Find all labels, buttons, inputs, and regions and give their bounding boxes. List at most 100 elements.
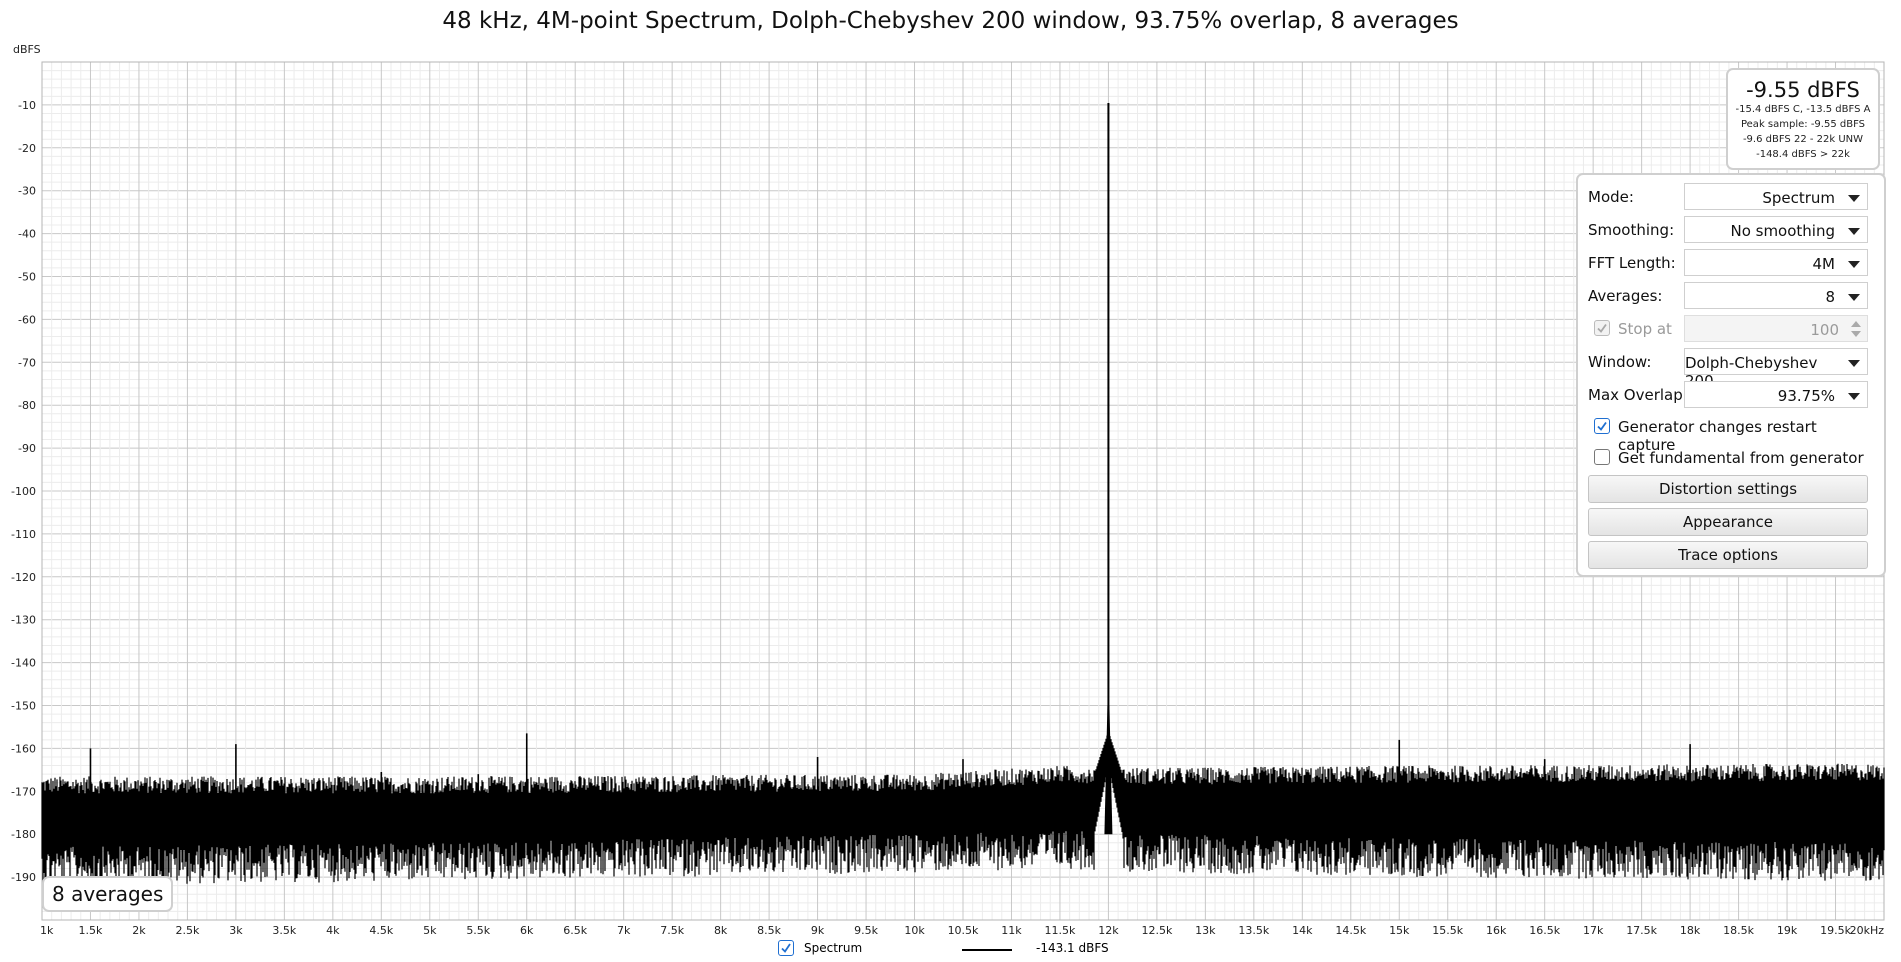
appearance-button[interactable]: Appearance <box>1588 508 1868 536</box>
x-tick-label: 16.5k <box>1529 924 1560 937</box>
fft-length-row: FFT Length: 4M <box>1588 249 1878 277</box>
fft-length-label: FFT Length: <box>1588 254 1676 272</box>
chevron-down-icon <box>1848 195 1860 202</box>
x-tick-label: 19k <box>1777 924 1798 937</box>
x-tick-label: 12.5k <box>1141 924 1172 937</box>
overlap-row: Max Overlap: 93.75% <box>1588 381 1878 409</box>
legend-series-name: Spectrum <box>804 941 863 955</box>
y-tick-label: -50 <box>18 271 36 284</box>
x-tick-label: 8.5k <box>757 924 781 937</box>
window-select[interactable]: Dolph-Chebyshev 200 <box>1684 348 1868 390</box>
x-tick-label: 9k <box>811 924 825 937</box>
x-tick-label: 3k <box>229 924 243 937</box>
stop-at-label: Stop at <box>1618 320 1672 338</box>
x-tick-label: 14.5k <box>1335 924 1366 937</box>
x-tick-label: 4k <box>326 924 340 937</box>
x-tick-labels: 1k 1.5k 2k 2.5k 3k 3.5k 4k 4.5k 5k 5.5k 6k 6.5k 7k 7.… <box>40 924 1884 937</box>
x-tick-label: 7.5k <box>660 924 684 937</box>
fundamental-checkbox[interactable] <box>1594 449 1610 465</box>
x-tick-label: 2k <box>132 924 146 937</box>
x-tick-label: 4.5k <box>369 924 393 937</box>
x-tick-label: 18.5k <box>1723 924 1754 937</box>
spin-up-icon[interactable] <box>1851 321 1861 327</box>
spin-down-icon[interactable] <box>1851 331 1861 337</box>
y-tick-label: -20 <box>18 142 36 155</box>
y-tick-label: -70 <box>18 356 36 369</box>
x-tick-label: 19.5k <box>1820 924 1851 937</box>
stop-at-row: Stop at 100 <box>1588 315 1878 343</box>
chevron-down-icon <box>1848 228 1860 235</box>
level-readout: -9.55 dBFS -15.4 dBFS C, -13.5 dBFS A Pe… <box>1726 68 1880 170</box>
readout-unweighted: -9.6 dBFS 22 - 22k UNW <box>1742 134 1864 145</box>
y-tick-label: -40 <box>18 228 36 241</box>
averages-row: Averages: 8 <box>1588 282 1878 310</box>
x-tick-label: 2.5k <box>175 924 199 937</box>
y-tick-label: -120 <box>11 571 36 584</box>
window-label: Window: <box>1588 353 1652 371</box>
x-tick-label: 10k <box>904 924 925 937</box>
y-tick-labels: -10 -20 -30 -40 -50 -60 -70 -80 -90 -100 -110 -120 -… <box>11 99 36 884</box>
trace-options-button[interactable]: Trace options <box>1588 541 1868 569</box>
y-tick-label: -30 <box>18 185 36 198</box>
mode-label: Mode: <box>1588 188 1634 206</box>
window-row: Window: Dolph-Chebyshev 200 <box>1588 348 1878 390</box>
overlap-label: Max Overlap: <box>1588 386 1688 404</box>
x-tick-label: 20kHz <box>1850 924 1885 937</box>
x-tick-label: 16k <box>1486 924 1507 937</box>
generator-restart-row: Generator changes restart capture <box>1588 413 1878 454</box>
x-tick-label: 15k <box>1389 924 1410 937</box>
x-tick-label: 15.5k <box>1432 924 1463 937</box>
x-tick-label: 17.5k <box>1626 924 1657 937</box>
fft-length-value: 4M <box>1812 255 1836 273</box>
chevron-down-icon <box>1848 294 1860 301</box>
x-tick-label: 9.5k <box>854 924 878 937</box>
smoothing-value: No smoothing <box>1730 222 1835 240</box>
readout-peak-sample: Peak sample: -9.55 dBFS <box>1740 119 1865 130</box>
x-tick-label: 6.5k <box>563 924 587 937</box>
legend-spectrum-checkbox[interactable] <box>778 940 794 956</box>
averages-select[interactable]: 8 <box>1684 282 1868 309</box>
distortion-settings-button[interactable]: Distortion settings <box>1588 475 1868 503</box>
legend-cursor-value: -143.1 dBFS <box>1036 941 1109 955</box>
x-tick-label: 3.5k <box>272 924 296 937</box>
y-tick-label: -150 <box>11 700 36 713</box>
x-tick-label: 11k <box>1001 924 1022 937</box>
x-tick-label: 17k <box>1583 924 1604 937</box>
x-tick-label: 10.5k <box>948 924 979 937</box>
y-axis-label: dBFS <box>13 43 41 56</box>
readout-main-value: -9.55 dBFS <box>1746 78 1860 102</box>
y-tick-label: -90 <box>18 442 36 455</box>
overlap-value: 93.75% <box>1777 387 1835 405</box>
averages-value: 8 <box>1825 288 1835 306</box>
y-tick-label: -10 <box>18 99 36 112</box>
x-tick-label: 13k <box>1195 924 1216 937</box>
fundamental-label: Get fundamental from generator <box>1618 449 1864 467</box>
averages-label: Averages: <box>1588 287 1663 305</box>
mode-row: Mode: Spectrum <box>1588 183 1878 211</box>
x-tick-label: 14k <box>1292 924 1313 937</box>
readout-above-22k: -148.4 dBFS > 22k <box>1756 149 1850 160</box>
generator-restart-checkbox[interactable] <box>1594 418 1610 434</box>
overlap-select[interactable]: 93.75% <box>1684 381 1868 408</box>
y-tick-label: -80 <box>18 399 36 412</box>
stop-at-spinbox[interactable]: 100 <box>1684 315 1868 342</box>
x-tick-label: 12k <box>1098 924 1119 937</box>
smoothing-select[interactable]: No smoothing <box>1684 216 1868 243</box>
chevron-down-icon <box>1848 360 1860 367</box>
x-tick-label: 8k <box>714 924 728 937</box>
mode-value: Spectrum <box>1762 189 1835 207</box>
y-tick-label: -130 <box>11 614 36 627</box>
readout-weighted: -15.4 dBFS C, -13.5 dBFS A <box>1735 104 1871 115</box>
x-tick-label: 1k <box>40 924 54 937</box>
mode-select[interactable]: Spectrum <box>1684 183 1868 210</box>
stop-at-checkbox[interactable] <box>1594 320 1610 336</box>
legend-line-swatch <box>962 949 1012 951</box>
chevron-down-icon <box>1848 393 1860 400</box>
x-tick-label: 5k <box>423 924 437 937</box>
x-tick-label: 1.5k <box>79 924 103 937</box>
x-tick-label: 5.5k <box>466 924 490 937</box>
y-tick-label: -100 <box>11 485 36 498</box>
fundamental-row: Get fundamental from generator <box>1588 444 1878 472</box>
y-tick-label: -160 <box>11 742 36 755</box>
fft-length-select[interactable]: 4M <box>1684 249 1868 276</box>
